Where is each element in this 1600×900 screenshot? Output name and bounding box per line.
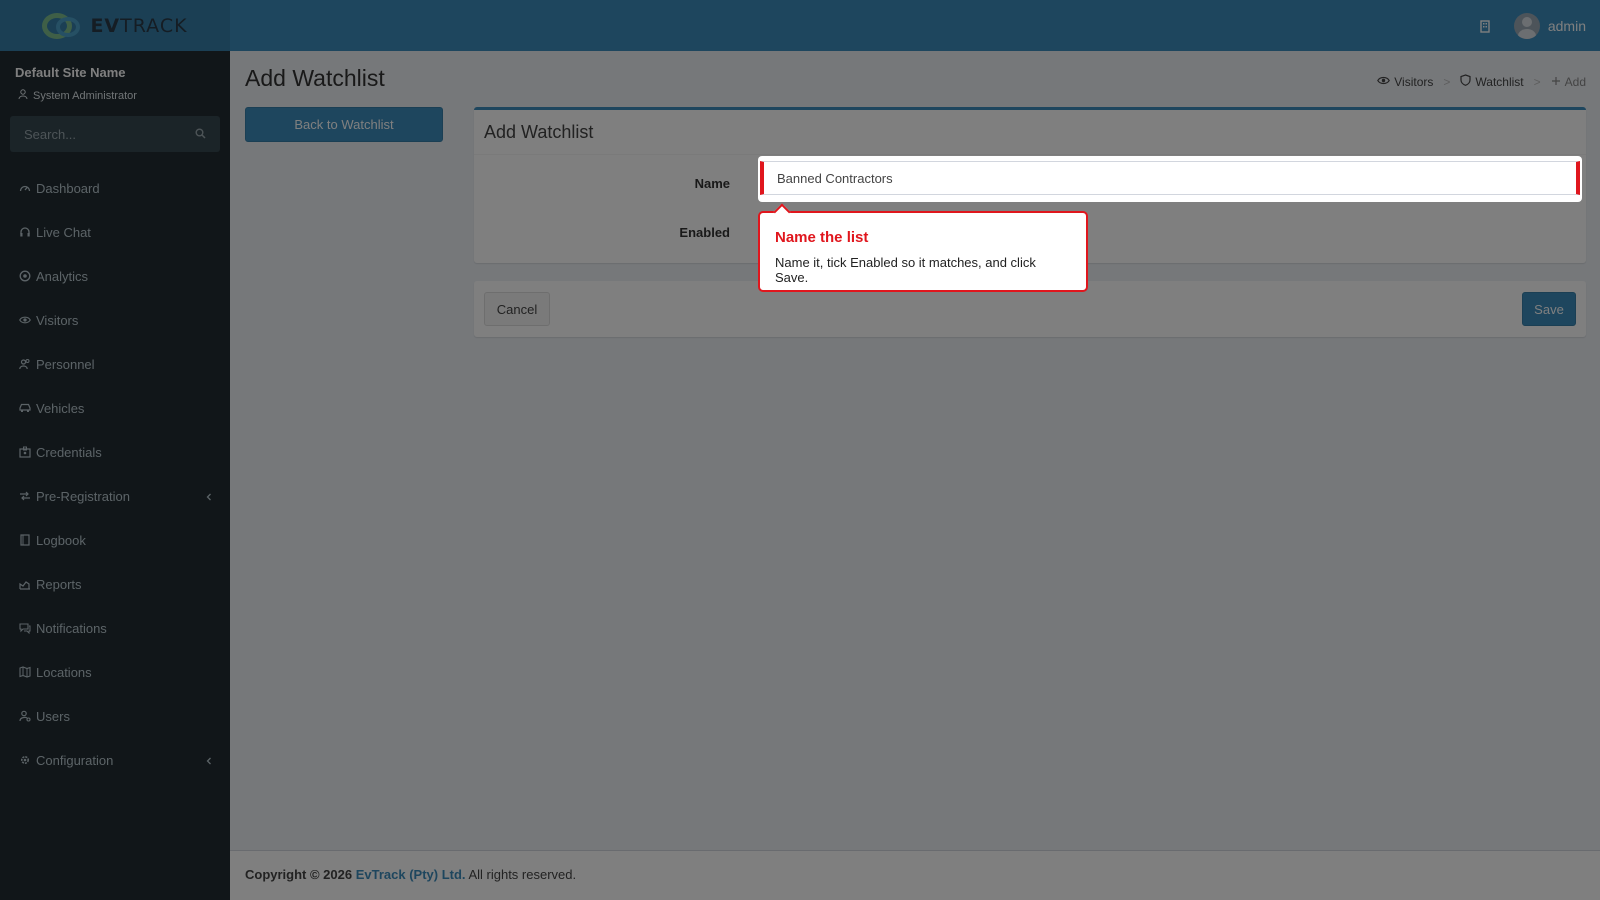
tooltip-body: Name it, tick Enabled so it matches, and… <box>775 255 1036 285</box>
tour-tooltip: Name the list Name it, tick Enabled so i… <box>758 211 1088 292</box>
name-input[interactable] <box>760 161 1580 195</box>
tooltip-title: Name the list <box>775 229 869 246</box>
tour-overlay <box>0 0 1600 900</box>
